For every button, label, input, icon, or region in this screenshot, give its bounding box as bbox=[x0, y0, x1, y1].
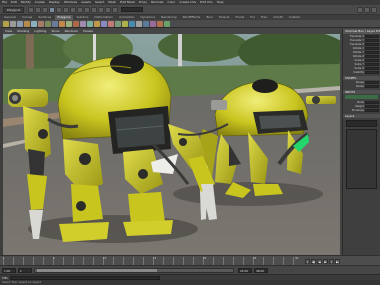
poly-cube-icon[interactable] bbox=[10, 20, 16, 27]
tweak-field[interactable] bbox=[365, 84, 379, 88]
uv-editor-icon[interactable] bbox=[122, 20, 128, 27]
weight-field[interactable] bbox=[365, 104, 379, 108]
viewport[interactable] bbox=[3, 34, 340, 255]
scale-z-field[interactable] bbox=[365, 66, 379, 70]
playback-controls: |◀ ◀| ◀ ▶ |▶ ▶| bbox=[305, 257, 379, 268]
outliner-icon[interactable] bbox=[143, 20, 149, 27]
visibility-field[interactable] bbox=[365, 70, 379, 74]
playback-start-field[interactable]: 1 bbox=[18, 268, 32, 273]
snap-point-icon[interactable] bbox=[84, 6, 91, 13]
anim-end-field[interactable]: 48.00 bbox=[254, 268, 268, 273]
range-end-field[interactable]: 24.00 bbox=[238, 268, 252, 273]
poly-cone-icon[interactable] bbox=[24, 20, 30, 27]
tool-settings-toggle-icon[interactable] bbox=[371, 6, 377, 13]
snap-grid-icon[interactable] bbox=[70, 6, 77, 13]
split-polygon-icon[interactable] bbox=[108, 20, 114, 27]
status-line: Polygons bbox=[0, 5, 380, 15]
tick-label: 15 bbox=[153, 257, 157, 260]
play-back-icon[interactable]: ◀ bbox=[317, 258, 322, 264]
sidebar-toggle-icon[interactable] bbox=[357, 6, 363, 13]
channel-box-toggle-icon[interactable] bbox=[364, 6, 370, 13]
robot-shadow-front bbox=[28, 215, 198, 243]
extrude-icon[interactable] bbox=[59, 20, 65, 27]
tick-label: 25 bbox=[253, 257, 257, 260]
tick-label: 1 bbox=[3, 257, 5, 260]
mirror-icon[interactable] bbox=[87, 20, 93, 27]
insert-edge-loop-icon[interactable] bbox=[101, 20, 107, 27]
layers-section[interactable]: Layers bbox=[343, 114, 380, 118]
range-start-field[interactable]: 1.00 bbox=[2, 268, 16, 273]
hypershade-icon[interactable] bbox=[136, 20, 142, 27]
robot-shadow-back bbox=[173, 182, 323, 206]
layer-list[interactable] bbox=[346, 120, 377, 127]
help-line: Select Tool: select an object bbox=[0, 280, 380, 285]
smooth-icon[interactable] bbox=[80, 20, 86, 27]
go-to-end-icon[interactable]: ▶| bbox=[335, 258, 340, 264]
inputs-section[interactable]: INPUTS bbox=[343, 90, 380, 94]
time-slider[interactable]: 1 5 10 15 20 25 30 |◀ ◀| ◀ ▶ |▶ ▶| bbox=[0, 255, 380, 268]
scale-y-field[interactable] bbox=[365, 62, 379, 66]
separate-icon[interactable] bbox=[52, 20, 58, 27]
batch-render-icon[interactable] bbox=[164, 20, 170, 27]
rotate-x-field[interactable] bbox=[365, 46, 379, 50]
bevel-icon[interactable] bbox=[73, 20, 79, 27]
planar-mapping-icon[interactable] bbox=[129, 20, 135, 27]
channel-box-panel: Channel Box / Layer Editor Translate X T… bbox=[342, 29, 380, 255]
step-forward-icon[interactable]: |▶ bbox=[329, 258, 334, 268]
open-scene-icon[interactable] bbox=[35, 6, 42, 13]
merge-vertex-icon[interactable] bbox=[115, 20, 121, 27]
command-input[interactable] bbox=[10, 275, 161, 280]
rotate-z-field[interactable] bbox=[365, 54, 379, 58]
poly-plane-icon[interactable] bbox=[31, 20, 37, 27]
render-view-icon[interactable] bbox=[157, 20, 163, 27]
translate-z-field[interactable] bbox=[365, 42, 379, 46]
poly-cylinder-icon[interactable] bbox=[17, 20, 23, 27]
envelope-field[interactable] bbox=[365, 108, 379, 112]
translate-x-field[interactable] bbox=[365, 34, 379, 38]
range-slider-thumb[interactable] bbox=[37, 269, 157, 272]
boolean-icon[interactable] bbox=[94, 20, 100, 27]
new-scene-icon[interactable] bbox=[28, 6, 35, 13]
select-by-component-icon[interactable] bbox=[63, 6, 70, 13]
select-by-hierarchy-icon[interactable] bbox=[49, 6, 56, 13]
rotate-y-field[interactable] bbox=[365, 50, 379, 54]
step-back-icon[interactable]: ◀| bbox=[311, 258, 316, 264]
select-by-object-icon[interactable] bbox=[56, 6, 63, 13]
shelf bbox=[0, 20, 380, 28]
scale-x-field[interactable] bbox=[365, 58, 379, 62]
node-field[interactable] bbox=[365, 100, 379, 104]
play-forward-icon[interactable]: ▶ bbox=[323, 258, 328, 264]
panel-title: Channel Box / Layer Editor bbox=[343, 29, 380, 34]
save-scene-icon[interactable] bbox=[42, 6, 49, 13]
tick-label: 30 bbox=[295, 257, 299, 260]
go-to-start-icon[interactable]: |◀ bbox=[305, 258, 310, 268]
translate-y-field[interactable] bbox=[365, 38, 379, 42]
poly-sphere-icon[interactable] bbox=[3, 20, 9, 27]
render-icon[interactable] bbox=[98, 6, 105, 13]
poly-torus-icon[interactable] bbox=[38, 20, 44, 27]
combine-icon[interactable] bbox=[45, 20, 51, 27]
bridge-icon[interactable] bbox=[66, 20, 72, 27]
snap-curve-icon[interactable] bbox=[77, 6, 84, 13]
selected-input-bar[interactable] bbox=[345, 95, 378, 99]
ipr-render-icon[interactable] bbox=[105, 6, 112, 13]
viewport-scene bbox=[3, 34, 340, 255]
range-slider[interactable] bbox=[34, 268, 234, 273]
range-slider-bar: 1.00 1 24.00 48.00 bbox=[0, 265, 380, 274]
name-input-field[interactable] bbox=[121, 7, 144, 12]
tick-label: 10 bbox=[103, 257, 107, 260]
shape-field[interactable] bbox=[365, 80, 379, 84]
graph-editor-icon[interactable] bbox=[150, 20, 156, 27]
mode-dropdown[interactable]: Polygons bbox=[3, 6, 25, 13]
layer-list-empty bbox=[346, 129, 377, 189]
render-settings-icon[interactable] bbox=[112, 6, 119, 13]
tick-label: 5 bbox=[53, 257, 55, 260]
history-icon[interactable] bbox=[91, 6, 98, 13]
tick-label: 20 bbox=[203, 257, 207, 260]
